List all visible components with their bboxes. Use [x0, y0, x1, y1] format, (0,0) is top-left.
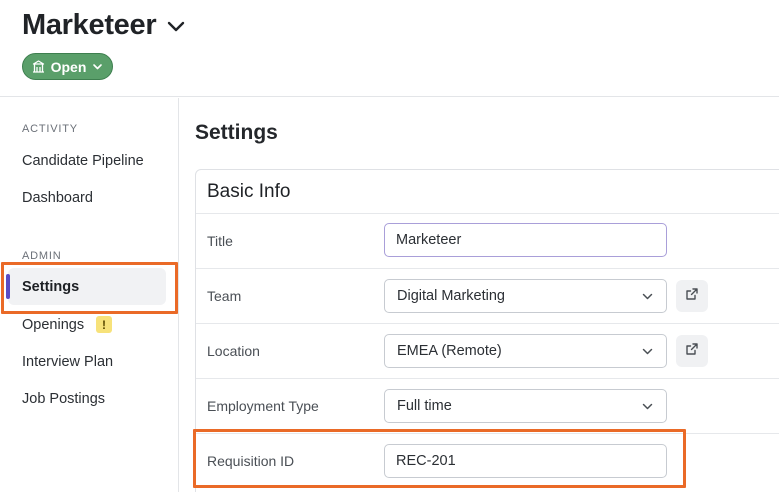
team-select-value: Digital Marketing — [397, 288, 505, 304]
divider — [196, 213, 779, 214]
building-icon — [32, 60, 45, 73]
page-title: Settings — [195, 121, 278, 144]
external-link-icon — [685, 342, 699, 361]
divider — [196, 433, 779, 434]
sidebar-item-openings[interactable]: Openings — [22, 317, 84, 333]
chevron-down-icon — [641, 400, 654, 417]
location-select-value: EMEA (Remote) — [397, 343, 502, 359]
divider — [196, 268, 779, 269]
job-title: Marketeer — [22, 9, 157, 41]
divider — [196, 378, 779, 379]
location-select[interactable]: EMEA (Remote) — [384, 334, 667, 368]
field-label-employment-type: Employment Type — [207, 398, 319, 414]
sidebar: ACTIVITY Candidate Pipeline Dashboard AD… — [0, 98, 179, 492]
sidebar-item-dashboard[interactable]: Dashboard — [22, 190, 93, 206]
basic-info-card: Basic Info Title Marketeer Team Digital … — [195, 169, 779, 492]
sidebar-item-interview-plan[interactable]: Interview Plan — [22, 354, 113, 370]
divider — [196, 323, 779, 324]
chevron-down-icon — [641, 290, 654, 307]
team-external-link-button[interactable] — [676, 280, 708, 312]
field-label-location: Location — [207, 343, 260, 359]
chevron-down-icon — [92, 61, 103, 72]
sidebar-active-indicator — [6, 274, 10, 299]
sidebar-item-settings[interactable]: Settings — [22, 279, 79, 295]
sidebar-section-admin: ADMIN — [22, 250, 62, 262]
sidebar-item-job-postings[interactable]: Job Postings — [22, 391, 105, 407]
warning-icon: ! — [96, 316, 112, 333]
external-link-icon — [685, 287, 699, 306]
sidebar-section-activity: ACTIVITY — [22, 123, 78, 135]
field-label-team: Team — [207, 288, 242, 304]
job-header: Marketeer Open — [0, 0, 779, 97]
chevron-down-icon — [166, 16, 186, 36]
status-label: Open — [50, 58, 87, 75]
requisition-id-input[interactable]: REC-201 — [384, 444, 667, 478]
job-title-dropdown[interactable]: Marketeer — [22, 9, 186, 42]
card-title: Basic Info — [207, 181, 291, 202]
field-label-requisition-id: Requisition ID — [207, 453, 295, 469]
job-status-button[interactable]: Open — [22, 53, 113, 80]
sidebar-item-candidate-pipeline[interactable]: Candidate Pipeline — [22, 153, 144, 169]
title-input[interactable]: Marketeer — [384, 223, 667, 257]
field-label-title: Title — [207, 233, 233, 249]
employment-type-select-value: Full time — [397, 398, 452, 414]
chevron-down-icon — [641, 345, 654, 362]
location-external-link-button[interactable] — [676, 335, 708, 367]
team-select[interactable]: Digital Marketing — [384, 279, 667, 313]
employment-type-select[interactable]: Full time — [384, 389, 667, 423]
